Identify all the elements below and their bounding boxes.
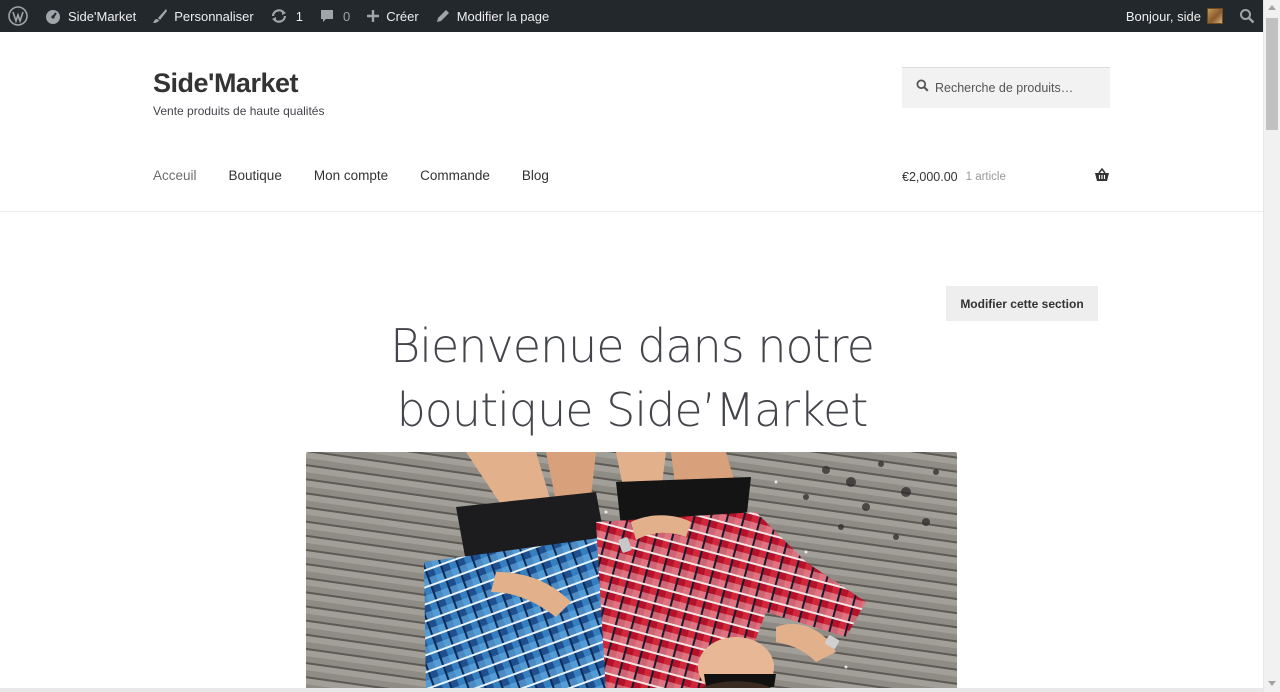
scrollbar-thumb[interactable] — [1266, 18, 1278, 130]
updates-link[interactable]: 1 — [262, 0, 311, 32]
dashboard-icon — [44, 7, 62, 25]
search-icon — [916, 79, 929, 97]
basket-icon — [1094, 167, 1110, 185]
updates-icon — [270, 7, 288, 25]
greeting-label: Bonjour, side — [1125, 8, 1201, 24]
brush-icon — [152, 8, 168, 24]
avatar — [1207, 8, 1223, 24]
pencil-icon — [435, 8, 451, 24]
nav-item-mon-compte[interactable]: Mon compte — [314, 168, 388, 183]
hero-image — [306, 452, 957, 692]
nav-item-commande[interactable]: Commande — [420, 168, 490, 183]
title-line-1: Bienvenue dans notre — [390, 319, 875, 373]
comments-link[interactable]: 0 — [311, 0, 358, 32]
search-icon — [1239, 8, 1255, 24]
wordpress-logo-button[interactable] — [0, 0, 36, 32]
vertical-scrollbar[interactable] — [1263, 0, 1280, 692]
customize-label: Personnaliser — [174, 8, 254, 24]
product-search — [902, 67, 1110, 108]
plus-icon — [366, 9, 380, 23]
nav-item-boutique[interactable]: Boutique — [229, 168, 282, 183]
nav-item-blog[interactable]: Blog — [522, 168, 549, 183]
horizontal-scroll-strip — [0, 688, 1263, 692]
site-name-link[interactable]: Side'Market — [36, 0, 144, 32]
scroll-up-arrow-icon[interactable] — [1268, 5, 1276, 10]
header-divider — [0, 211, 1263, 212]
site-title[interactable]: Side'Market — [153, 68, 298, 99]
scroll-down-arrow-icon[interactable] — [1268, 681, 1276, 686]
primary-navigation: Acceuil Boutique Mon compte Commande Blo… — [153, 168, 581, 183]
search-input[interactable] — [935, 81, 1105, 95]
header-cart[interactable]: €2,000.00 1 article — [902, 167, 1110, 185]
cart-amount: €2,000.00 — [902, 169, 958, 184]
new-content-label: Créer — [386, 8, 419, 24]
wordpress-logo-icon — [8, 6, 28, 26]
comment-icon — [319, 8, 335, 24]
new-content-link[interactable]: Créer — [358, 0, 427, 32]
edit-section-button[interactable]: Modifier cette section — [946, 286, 1098, 321]
page-title: Bienvenue dans notre boutique Side’Marke… — [306, 314, 958, 442]
my-account-link[interactable]: Bonjour, side — [1118, 0, 1231, 32]
updates-count: 1 — [295, 8, 303, 24]
comments-count: 0 — [342, 8, 351, 24]
admin-search-button[interactable] — [1231, 0, 1263, 32]
nav-item-acceuil[interactable]: Acceuil — [153, 168, 197, 183]
admin-bar: Side'Market Personnaliser 1 0 Créer Modi… — [0, 0, 1263, 32]
site-name-label: Side'Market — [68, 8, 137, 24]
customize-link[interactable]: Personnaliser — [144, 0, 262, 32]
cart-count: 1 article — [965, 170, 1006, 183]
site-tagline: Vente produits de haute qualités — [153, 104, 325, 118]
edit-page-label: Modifier la page — [456, 8, 550, 24]
edit-page-link[interactable]: Modifier la page — [427, 0, 558, 32]
title-line-2: boutique Side’Market — [396, 383, 869, 437]
admin-bar-right: Bonjour, side — [1118, 0, 1263, 32]
